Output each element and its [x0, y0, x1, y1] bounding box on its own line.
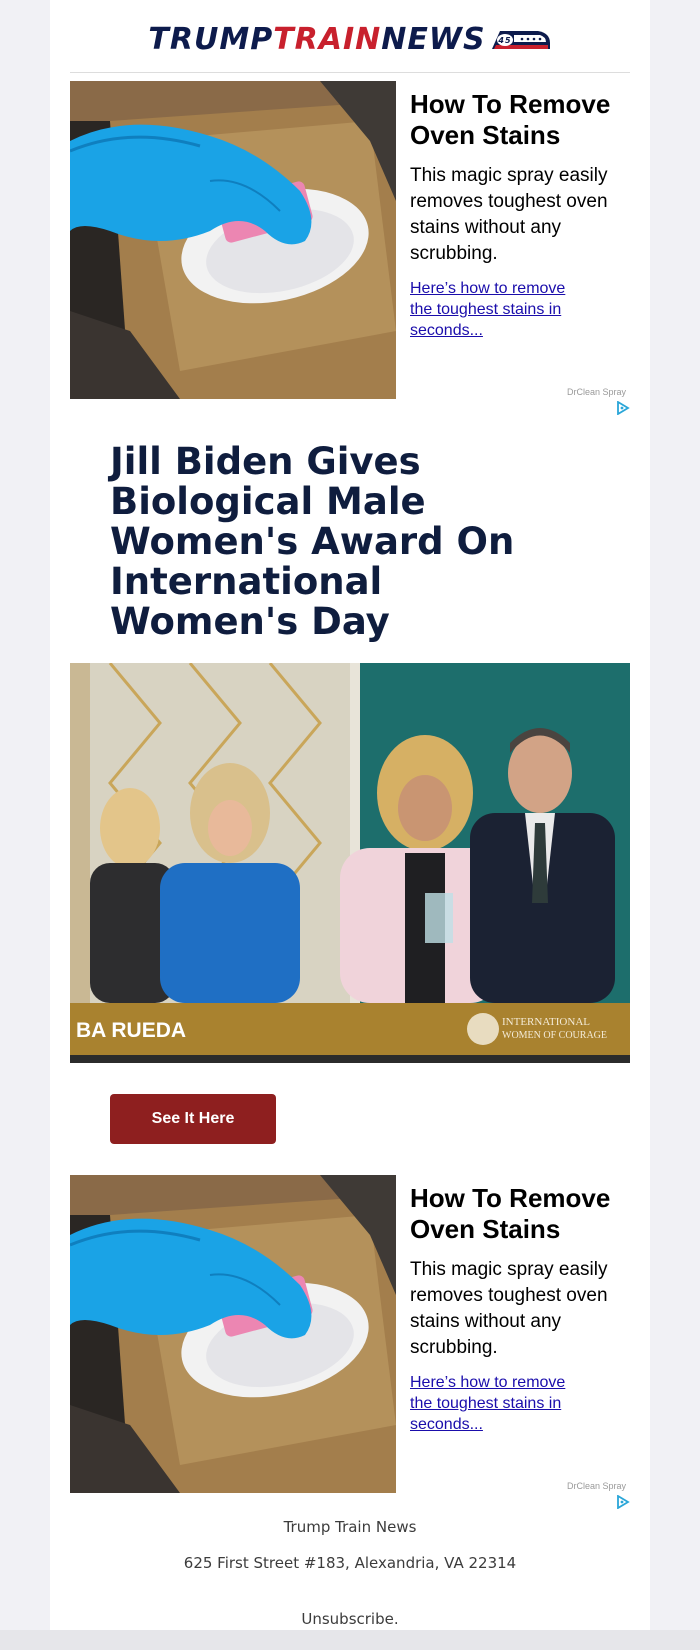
- image-caption-name: BA RUEDA: [76, 1019, 186, 1042]
- ad-link[interactable]: Here’s how to remove the toughest stains…: [410, 278, 590, 341]
- logo-badge: 45: [497, 36, 511, 45]
- ad-description: This magic spray easily removes toughest…: [410, 165, 608, 264]
- ad-sponsor: DrClean Spray: [566, 1481, 626, 1491]
- ad-image[interactable]: [70, 81, 396, 399]
- adchoices-icon[interactable]: [616, 1494, 630, 1510]
- ad-top[interactable]: How To Remove Oven Stains This magic spr…: [70, 81, 630, 421]
- logo-word-train: TRAIN: [273, 21, 382, 57]
- image-caption-org-1: INTERNATIONAL: [502, 1016, 590, 1028]
- article-image[interactable]: BA RUEDA INTERNATIONAL WOMEN OF COURAGE: [70, 663, 630, 1063]
- footer-company-name: Trump Train News: [283, 1518, 417, 1536]
- site-logo[interactable]: TRUMP TRAIN NEWS 45: [90, 18, 610, 60]
- adchoices-icon[interactable]: [616, 400, 630, 416]
- ad-link[interactable]: Here’s how to remove the toughest stains…: [410, 1372, 590, 1435]
- ad-image[interactable]: [70, 1175, 396, 1493]
- logo-word-news: NEWS: [381, 21, 486, 57]
- image-caption-org-2: WOMEN OF COURAGE: [502, 1030, 607, 1041]
- header-divider: [70, 72, 630, 73]
- ad-title[interactable]: How To Remove Oven Stains: [410, 89, 630, 151]
- ad-description: This magic spray easily removes toughest…: [410, 1259, 608, 1358]
- email-page: TRUMP TRAIN NEWS 45 How To Remove Oven S…: [50, 0, 650, 1630]
- article-headline[interactable]: Jill Biden Gives Biological Male Women's…: [110, 442, 580, 642]
- train-icon: 45: [490, 26, 552, 52]
- ad-sponsor: DrClean Spray: [566, 387, 626, 397]
- logo-word-trump: TRUMP: [148, 21, 274, 57]
- footer-address: 625 First Street #183, Alexandria, VA 22…: [183, 1554, 517, 1572]
- page-bottom-band: [0, 1630, 700, 1650]
- ad-bottom[interactable]: How To Remove Oven Stains This magic spr…: [70, 1175, 630, 1515]
- ad-title[interactable]: How To Remove Oven Stains: [410, 1183, 630, 1245]
- unsubscribe-link[interactable]: Unsubscribe.: [50, 1610, 650, 1628]
- see-it-here-button[interactable]: See It Here: [110, 1094, 276, 1144]
